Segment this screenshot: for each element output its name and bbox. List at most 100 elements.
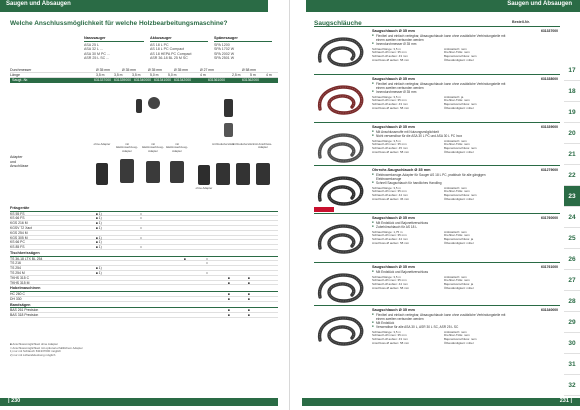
hose-feature: Innendurchmesser Ø 35 mm <box>372 42 510 46</box>
hose-description: Saugschlauch Ø 35 mmFlexibel und einfach… <box>372 308 510 346</box>
adapter-image <box>148 97 160 109</box>
adapter-caption: ohne Adapter <box>93 142 111 146</box>
chapter-tab-25[interactable]: 25 <box>564 228 580 249</box>
machine-name: HC 260 C <box>10 291 25 296</box>
chapter-tab-32[interactable]: 32 <box>564 375 580 396</box>
chapter-tab-26[interactable]: 26 <box>564 249 580 270</box>
compat-mark: ■ <box>248 312 250 317</box>
chapter-tab-30[interactable]: 30 <box>564 333 580 354</box>
hose-feature: Mit Endstück und Bajonettverschluss <box>372 270 510 274</box>
compat-mark: ■ <box>248 280 250 285</box>
machine-name: DH 330 <box>10 296 22 301</box>
machine-name: BAS 261 Precision <box>10 308 39 313</box>
compat-mark: ■ <box>228 296 230 301</box>
adapter-area: Adapter und Anschlüsse ohne Adapter mit … <box>10 95 278 210</box>
chapter-tab-21[interactable]: 21 <box>564 144 580 165</box>
machine-name: TS 36-18 LTX BL 254 <box>10 256 43 261</box>
chapter-tab-22[interactable]: 22 <box>564 165 580 186</box>
order-number: 631760000 <box>541 216 558 220</box>
hose-description: Saugschlauch Ø 35 mmMit Endstück und Baj… <box>372 216 510 246</box>
hose-image <box>318 133 364 163</box>
machine-name: KS 66 FS <box>10 216 25 221</box>
hose-item: Saugschlauch Ø 35 mmFlexibel und einfach… <box>314 305 560 355</box>
machine-name: TKHS 315 M <box>10 280 30 285</box>
column-head-chip: Spänesauger SPA 1200 SPA 1702 W SPA 2002… <box>214 36 272 61</box>
hose-specs: Schlauchlänge: 3,5 m Schlauch-Ø innen: 35… <box>372 47 510 63</box>
hose-spec: Ölbeständigkeit: mittel <box>444 196 474 201</box>
hose-feature: Flexibel und einfach verlegbar, Absaugsc… <box>372 313 510 321</box>
chapter-tab-20[interactable]: 20 <box>564 123 580 144</box>
chapter-tab-24[interactable]: 24 <box>564 207 580 228</box>
hose-description: Saugschlauch Ø 35 mmFlexibel und einfach… <box>372 77 510 111</box>
machine-name: TS 254 M <box>10 270 25 275</box>
hose-image <box>318 273 364 303</box>
adapter-image <box>136 99 142 113</box>
hose-feature: Flexibel und einfach verlegbar, Absaugsc… <box>372 34 510 42</box>
chapter-tab-17[interactable]: 17 <box>564 60 580 81</box>
chapter-tab-23[interactable]: 23 <box>564 186 580 207</box>
chapter-tab-19[interactable]: 19 <box>564 102 580 123</box>
hose-coil <box>318 37 364 67</box>
highlight-tag <box>314 207 334 212</box>
order-number: 631339000 <box>541 125 558 129</box>
chapter-tab-18[interactable]: 18 <box>564 81 580 102</box>
hose-feature: Schnell Saugschlauch für handliches Hand… <box>372 181 510 185</box>
adapter-image <box>96 163 108 185</box>
compat-mark: ■ <box>248 296 250 301</box>
hose-spec: Anschluss-Ø außen: 58 mm <box>372 240 410 245</box>
hose-coil <box>318 316 364 346</box>
hose-image <box>318 85 364 115</box>
adapter-caption: ohne Adapter <box>195 186 213 190</box>
chapter-tab-27[interactable]: 27 <box>564 270 580 291</box>
hose-specs: Schlauchlänge: 3,5 m Schlauch-Ø innen: 35… <box>372 186 510 202</box>
chapter-tab-31[interactable]: 31 <box>564 354 580 375</box>
header-bar-left: Saugen und Absaugen <box>0 0 268 12</box>
hose-description: Ohrrohr-Saugschlauch Ø 35 mmElektrowerkz… <box>372 168 510 202</box>
adapter-caption: mit Elektrowerkzeug-Adapter <box>166 142 188 153</box>
adapter-caption: mit Elektrowerkzeug-Adapter <box>142 142 164 153</box>
compat-mark: ■ <box>228 312 230 317</box>
compat-mark: ■ 1) <box>96 245 102 250</box>
hose-spec: Ölbeständigkeit: mittel <box>444 105 474 110</box>
hose-image <box>318 37 364 67</box>
machine-name: KGS 216 M <box>10 221 28 226</box>
machine-name: BAS 318 Precision <box>10 312 39 317</box>
column-headers: Nasssauger ASA 25 L ASA 32 L ... ASA 30 … <box>84 36 274 66</box>
adapter-image <box>224 99 233 117</box>
adapter-image <box>256 163 270 185</box>
hose-coil <box>318 176 364 206</box>
machine-name: KS 85 FS <box>10 245 25 250</box>
hose-coil <box>318 224 364 254</box>
hose-specs: Schlauchlänge: 3,5 m Schlauch-Ø innen: 35… <box>372 275 510 291</box>
adapter-image <box>216 163 230 185</box>
hose-description: Saugschlauch Ø 35 mmMit Anschlussmuffe m… <box>372 125 510 155</box>
footer-bar-left: | 230 <box>0 398 278 406</box>
chapter-tab-28[interactable]: 28 <box>564 291 580 312</box>
order-number-header: Bestell-Nr. <box>512 20 530 24</box>
spec-row-order-number: Saugt.-Nr. 631337000 631339000 631340000… <box>10 78 278 83</box>
hose-feature: Elektrowerkzeuge-Adapter für Sauger AS 1… <box>372 173 510 181</box>
hose-feature: Zubehörschlauch für AS 18 L <box>372 225 510 229</box>
chapter-tab-29[interactable]: 29 <box>564 312 580 333</box>
table-row: BAS 318 Precision ■ ■ <box>10 313 278 318</box>
section-title-left: Saugen und Absaugen <box>6 1 71 7</box>
hose-spec: Anschluss-Ø außen: 58 mm <box>372 105 410 110</box>
hose-image <box>318 176 364 206</box>
hose-description: Saugschlauch Ø 35 mmMit Endstück und Baj… <box>372 265 510 291</box>
hose-spec: Anschluss-Ø außen: 58 mm <box>372 340 410 345</box>
hose-feature: Innendurchmesser Ø 35 mm <box>372 90 510 94</box>
order-number: 631337000 <box>541 29 558 33</box>
order-number: 631338000 <box>541 77 558 81</box>
machine-name: TS 216 <box>10 261 21 266</box>
machine-name: KGS 305 M <box>10 235 28 240</box>
adapter-image <box>198 165 210 185</box>
page-number-left: | 230 <box>8 398 21 404</box>
hose-coil <box>318 85 364 115</box>
order-number: 631340000 <box>541 308 558 312</box>
table-row: DH 330 ■ ■ <box>10 297 278 302</box>
hose-spec: Ölbeständigkeit: mittel <box>444 285 474 290</box>
adapter-label: Adapter und Anschlüsse <box>10 155 29 169</box>
section-title-right: Saugen und Absaugen <box>507 1 572 7</box>
table-row: KS 85 FS ■ 1) □ <box>10 245 278 250</box>
table-row: TKHS 315 M ■ ■ <box>10 281 278 286</box>
